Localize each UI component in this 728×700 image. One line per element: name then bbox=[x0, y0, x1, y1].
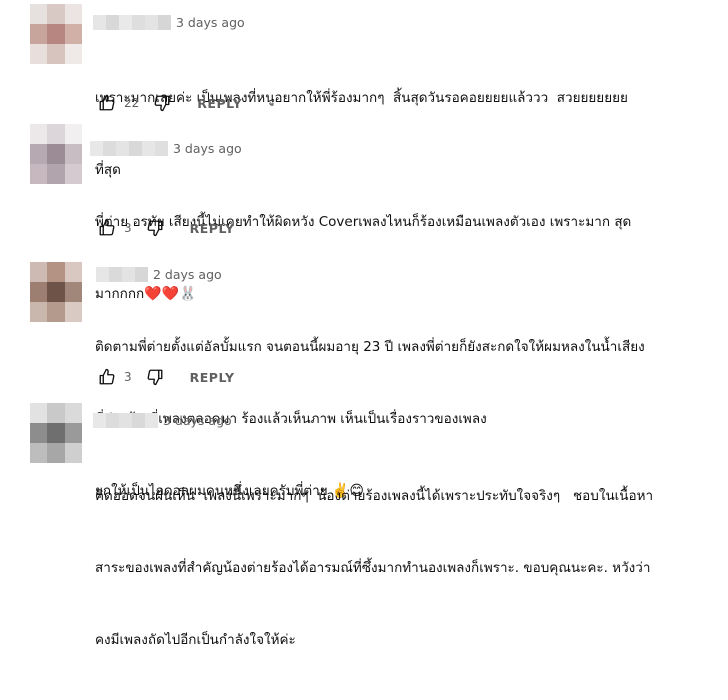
avatar-pixel bbox=[64, 44, 82, 64]
avatar[interactable] bbox=[30, 124, 82, 184]
avatar-pixel bbox=[47, 403, 65, 423]
avatar-pixel bbox=[30, 44, 48, 64]
avatar-pixel bbox=[47, 44, 65, 64]
avatar-pixel bbox=[47, 302, 65, 322]
avatar-pixel bbox=[47, 124, 65, 144]
thumbs-down-icon[interactable] bbox=[153, 94, 171, 112]
thumbs-down-icon[interactable] bbox=[146, 368, 164, 386]
avatar-pixel bbox=[30, 302, 48, 322]
like-count: 3 bbox=[124, 221, 132, 235]
avatar-pixel bbox=[30, 423, 48, 443]
avatar-pixel bbox=[30, 262, 48, 282]
avatar-pixel bbox=[47, 262, 65, 282]
timestamp[interactable]: 2 days ago bbox=[153, 267, 222, 282]
like-count: 22 bbox=[124, 96, 140, 110]
avatar-pixel bbox=[64, 124, 82, 144]
avatar-pixel bbox=[64, 4, 82, 24]
timestamp[interactable]: 3 days ago bbox=[163, 413, 232, 428]
timestamp[interactable]: 3 days ago bbox=[176, 15, 245, 30]
avatar-pixel bbox=[47, 423, 65, 443]
comment-text: คิดฮอดจนฝันเห็น เพลงนี้เพราะมากๆ น้องต่า… bbox=[95, 436, 653, 700]
avatar-pixel bbox=[30, 144, 48, 164]
avatar-pixel bbox=[47, 24, 65, 44]
thumbs-up-icon[interactable] bbox=[98, 94, 116, 112]
comment-line: สาระของเพลงที่สำคัญน้องต่ายร้องได้อารมณ์… bbox=[95, 560, 651, 576]
comment-line: คิดฮอดจนฝันเห็น เพลงนี้เพราะมากๆ น้องต่า… bbox=[95, 488, 654, 504]
author-name-blurred[interactable] bbox=[90, 140, 168, 156]
author-name-blurred[interactable] bbox=[96, 266, 148, 282]
thumbs-up-icon[interactable] bbox=[98, 368, 116, 386]
avatar-pixel bbox=[64, 403, 82, 423]
comment-actions: 3 REPLY bbox=[98, 218, 235, 238]
thumbs-up-icon[interactable] bbox=[98, 219, 116, 237]
avatar-pixel bbox=[30, 124, 48, 144]
comment-actions: 22 REPLY bbox=[98, 93, 242, 113]
avatar-pixel bbox=[64, 164, 82, 184]
avatar-pixel bbox=[64, 423, 82, 443]
avatar-pixel bbox=[64, 282, 82, 302]
avatar-pixel bbox=[47, 144, 65, 164]
avatar-pixel bbox=[47, 282, 65, 302]
avatar-pixel bbox=[30, 164, 48, 184]
avatar-pixel bbox=[64, 262, 82, 282]
avatar-pixel bbox=[47, 443, 65, 463]
reply-button[interactable]: REPLY bbox=[197, 96, 242, 111]
like-count: 3 bbox=[124, 370, 132, 384]
author-name-blurred[interactable] bbox=[93, 412, 158, 428]
thumbs-down-icon[interactable] bbox=[146, 219, 164, 237]
avatar[interactable] bbox=[30, 4, 82, 64]
avatar-pixel bbox=[64, 443, 82, 463]
reply-button[interactable]: REPLY bbox=[190, 370, 235, 385]
reply-button[interactable]: REPLY bbox=[190, 221, 235, 236]
comment-actions: 3 REPLY bbox=[98, 367, 235, 387]
avatar-pixel bbox=[64, 144, 82, 164]
avatar-pixel bbox=[64, 302, 82, 322]
avatar[interactable] bbox=[30, 262, 82, 322]
comment-line: ติดตามพี่ต่ายตั้งแต่อัลบั้มแรก จนตอนนี้ผ… bbox=[95, 339, 645, 355]
avatar-pixel bbox=[47, 164, 65, 184]
comment-line: คงมีเพลงถัดไปอีกเป็นกำลังใจให้ค่ะ bbox=[95, 632, 296, 648]
comment-meta: 2 days ago bbox=[96, 265, 222, 283]
avatar-pixel bbox=[30, 4, 48, 24]
author-name-blurred[interactable] bbox=[93, 14, 171, 30]
avatar-pixel bbox=[47, 4, 65, 24]
avatar-pixel bbox=[64, 24, 82, 44]
comment-meta: 3 days ago bbox=[93, 411, 232, 429]
avatar-pixel bbox=[30, 443, 48, 463]
avatar-pixel bbox=[30, 403, 48, 423]
comment-meta: 3 days ago bbox=[93, 13, 245, 31]
timestamp[interactable]: 3 days ago bbox=[173, 141, 242, 156]
avatar-pixel bbox=[30, 282, 48, 302]
avatar-pixel bbox=[30, 24, 48, 44]
comment-meta: 3 days ago bbox=[90, 139, 242, 157]
avatar[interactable] bbox=[30, 403, 82, 463]
